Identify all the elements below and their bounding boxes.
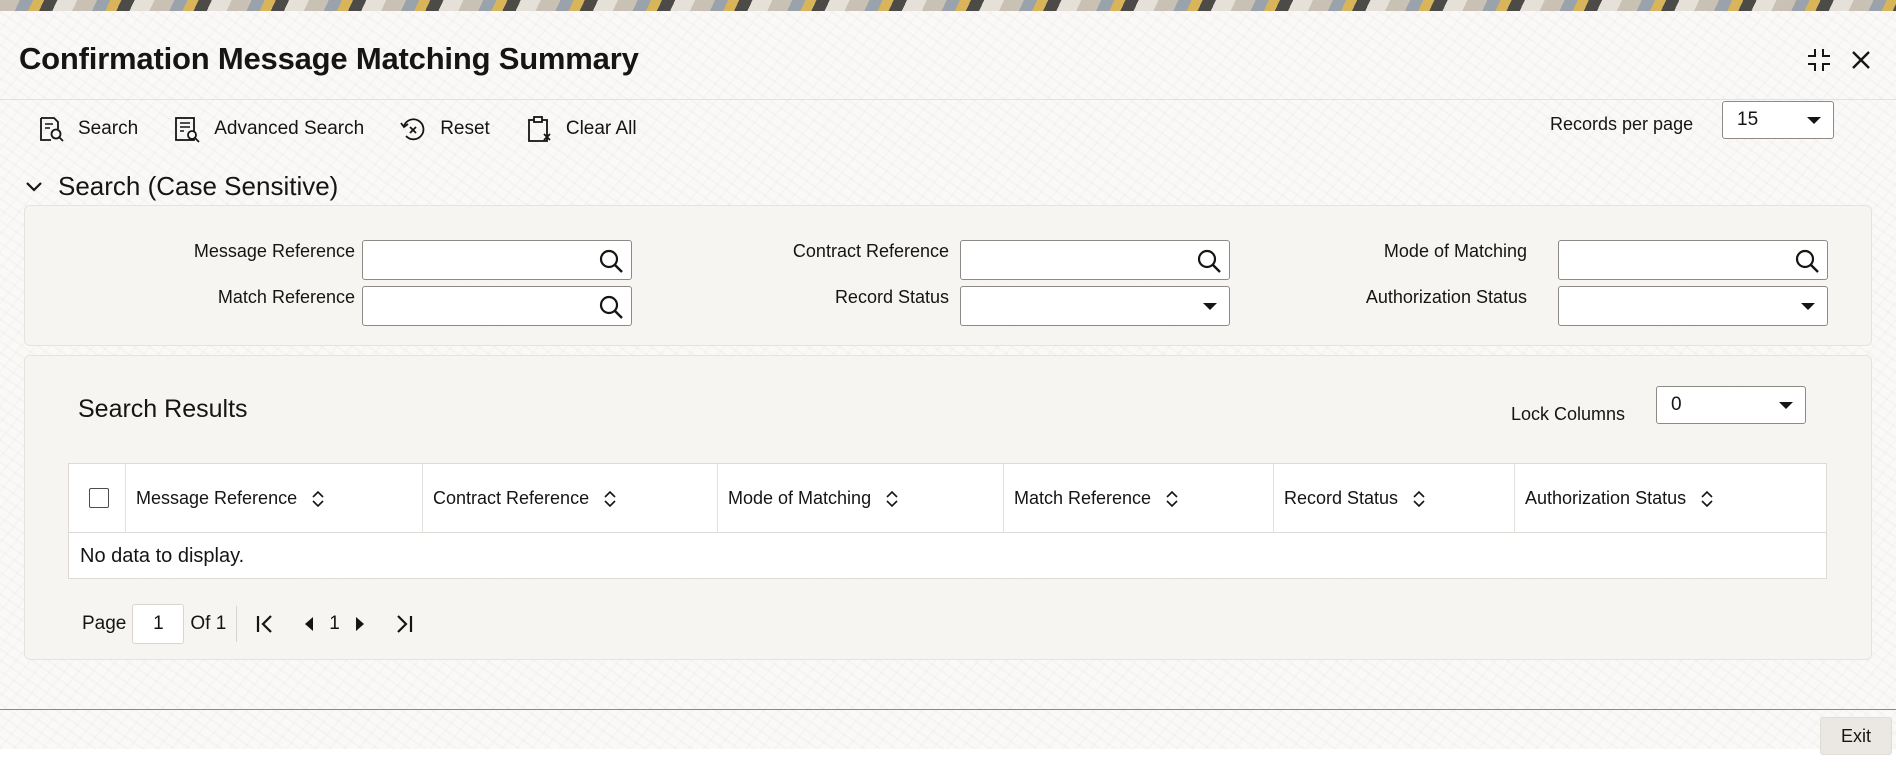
match-reference-input[interactable] <box>362 286 632 326</box>
column-header-label: Mode of Matching <box>728 488 872 508</box>
column-header-authorization-status[interactable]: Authorization Status <box>1515 464 1826 533</box>
records-per-page-value: 15 <box>1737 109 1759 130</box>
minimize-icon[interactable] <box>1804 45 1834 75</box>
search-results-title: Search Results <box>78 395 248 423</box>
clear-all-button-label: Clear All <box>565 118 637 139</box>
contract-reference-input[interactable] <box>960 240 1230 280</box>
advanced-search-icon <box>175 117 200 143</box>
column-header-record-status[interactable]: Record Status <box>1274 464 1515 533</box>
search-icon[interactable] <box>597 247 625 275</box>
sort-icon[interactable] <box>883 490 901 508</box>
page-number-value: 1 <box>153 613 164 634</box>
sort-icon[interactable] <box>601 490 619 508</box>
column-header-label: Contract Reference <box>433 488 590 508</box>
reset-icon <box>400 118 425 141</box>
search-section-toggle[interactable]: Search (Case Sensitive) <box>22 171 338 202</box>
column-header-contract-reference[interactable]: Contract Reference <box>423 464 718 533</box>
pagination: Page 1 Of 1 1 <box>82 604 422 644</box>
page-number-input[interactable]: 1 <box>132 604 185 644</box>
pager-divider <box>236 606 238 642</box>
chevron-down-icon <box>1779 402 1793 409</box>
title-divider <box>0 99 1896 100</box>
page-count-label: Of 1 <box>190 613 227 634</box>
match-reference-label: Match Reference <box>217 287 355 307</box>
chevron-down-icon <box>1801 303 1815 310</box>
reset-button-label: Reset <box>440 118 490 139</box>
mode-of-matching-label: Mode of Matching <box>1383 241 1527 261</box>
first-page-icon[interactable] <box>253 612 277 636</box>
advanced-search-button[interactable]: Advanced Search <box>172 114 364 144</box>
clipboard-clear-icon <box>527 116 551 142</box>
record-status-label: Record Status <box>834 287 949 307</box>
column-header-label: Match Reference <box>1014 488 1152 508</box>
message-reference-input[interactable] <box>362 240 632 280</box>
search-section-title: Search (Case Sensitive) <box>58 171 339 201</box>
contract-reference-label: Contract Reference <box>792 241 949 261</box>
column-header-label: Authorization Status <box>1525 488 1687 508</box>
exit-button[interactable]: Exit <box>1820 717 1892 755</box>
toolbar: Search Advanced Search Reset Clear All <box>36 111 671 147</box>
search-icon[interactable] <box>1195 247 1223 275</box>
chevron-down-icon <box>1807 117 1821 124</box>
search-button[interactable]: Search <box>36 114 138 144</box>
last-page-icon[interactable] <box>392 612 416 636</box>
column-header-match-reference[interactable]: Match Reference <box>1004 464 1274 533</box>
next-page-icon[interactable] <box>348 612 372 636</box>
column-header-label: Message Reference <box>136 488 298 508</box>
page-label: Page <box>82 613 127 634</box>
column-header-message-reference[interactable]: Message Reference <box>126 464 423 533</box>
column-header-mode-of-matching[interactable]: Mode of Matching <box>718 464 1004 533</box>
lock-columns-value: 0 <box>1671 394 1682 415</box>
lock-columns-label: Lock Columns <box>1511 404 1626 424</box>
page-title: Confirmation Message Matching Summary <box>19 41 639 76</box>
mode-of-matching-input[interactable] <box>1558 240 1828 280</box>
current-page-indicator: 1 <box>329 613 340 634</box>
results-table: Message Reference Contract Reference Mod… <box>68 463 1827 579</box>
previous-page-icon[interactable] <box>297 612 321 636</box>
sort-icon[interactable] <box>309 490 327 508</box>
sort-icon[interactable] <box>1163 490 1181 508</box>
header-banner <box>0 0 1896 11</box>
select-all-column <box>69 464 126 533</box>
search-criteria-panel: Message Reference Contract Reference Mod… <box>24 205 1872 346</box>
sort-icon[interactable] <box>1410 490 1428 508</box>
records-per-page-select[interactable]: 15 <box>1722 101 1834 139</box>
clear-all-button[interactable]: Clear All <box>524 114 637 144</box>
search-button-label: Search <box>78 118 139 139</box>
search-icon[interactable] <box>1793 247 1821 275</box>
footer-divider <box>0 709 1896 710</box>
chevron-down-icon <box>1203 303 1217 310</box>
lock-columns-select[interactable]: 0 <box>1656 386 1806 424</box>
reset-button[interactable]: Reset <box>398 114 490 144</box>
search-doc-icon <box>40 117 64 142</box>
close-icon[interactable] <box>1846 45 1876 75</box>
authorization-status-label: Authorization Status <box>1365 287 1527 307</box>
authorization-status-select[interactable] <box>1558 286 1828 326</box>
column-header-label: Record Status <box>1284 488 1399 508</box>
record-status-select[interactable] <box>960 286 1230 326</box>
advanced-search-button-label: Advanced Search <box>214 118 365 139</box>
empty-table-message: No data to display. <box>80 545 245 567</box>
records-per-page-label: Records per page <box>1550 114 1694 134</box>
message-reference-label: Message Reference <box>193 241 355 261</box>
select-all-checkbox[interactable] <box>89 488 109 508</box>
chevron-down-icon <box>26 181 42 192</box>
sort-icon[interactable] <box>1698 490 1716 508</box>
table-header: Message Reference Contract Reference Mod… <box>69 464 1826 533</box>
window-frame: Confirmation Message Matching Summary Se… <box>0 11 1896 755</box>
search-icon[interactable] <box>597 293 625 321</box>
